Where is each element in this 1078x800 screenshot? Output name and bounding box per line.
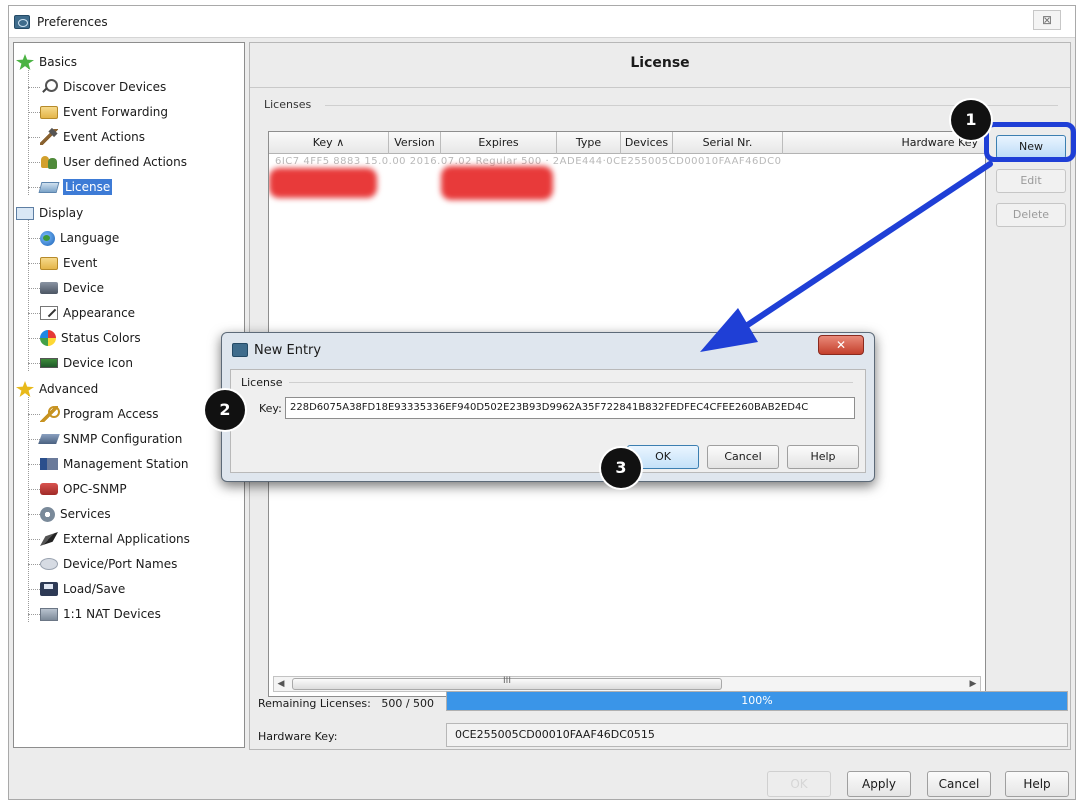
tree-item-event-forwarding[interactable]: Event Forwarding <box>40 101 168 123</box>
panel-title: License <box>630 55 690 71</box>
tree-item-license[interactable]: License <box>38 176 113 198</box>
ok-button[interactable]: OK <box>767 771 831 797</box>
step-badge-3: 3 <box>601 448 641 488</box>
hardware-key-label: Hardware Key: <box>258 730 338 743</box>
license-progress-bar: 100% <box>446 691 1068 711</box>
progress-text: 100% <box>741 694 773 707</box>
tree-item-advanced[interactable]: Advanced <box>16 378 98 400</box>
dialog-group-divider <box>289 382 853 383</box>
column-serial[interactable]: Serial Nr. <box>673 132 783 154</box>
column-hardware-key[interactable]: Hardware Key <box>783 132 985 154</box>
dialog-app-icon <box>232 343 248 357</box>
remaining-licenses: Remaining Licenses: 500 / 500 <box>258 697 434 710</box>
tree-item-device[interactable]: Device <box>40 277 104 299</box>
star-icon <box>16 54 34 70</box>
column-type[interactable]: Type <box>557 132 621 154</box>
new-button-highlight <box>984 122 1076 162</box>
new-entry-dialog: New Entry ✕ License Key: 228D6075A38FD18… <box>221 332 875 482</box>
title-separator <box>250 87 1070 88</box>
floppy-icon <box>40 582 58 596</box>
title-bar: Preferences ⊠ <box>9 6 1075 38</box>
hammer-icon <box>40 129 58 145</box>
tree-item-external-applications[interactable]: External Applications <box>40 528 190 550</box>
tree-item-discover-devices[interactable]: Discover Devices <box>40 76 166 98</box>
group-divider <box>325 105 1058 106</box>
delete-button[interactable]: Delete <box>996 203 1066 227</box>
column-key[interactable]: Key ∧ <box>269 132 389 154</box>
scroll-right-arrow-icon[interactable]: ▶ <box>966 677 980 691</box>
scroll-left-arrow-icon[interactable]: ◀ <box>274 677 288 691</box>
tree-item-user-defined-actions[interactable]: User defined Actions <box>40 151 187 173</box>
step-badge-2: 2 <box>205 390 245 430</box>
horizontal-scrollbar[interactable]: ◀ III ▶ <box>273 676 981 692</box>
tree-item-management-station[interactable]: Management Station <box>40 453 189 475</box>
external-app-icon <box>40 532 58 546</box>
names-icon <box>40 558 58 570</box>
edit-button[interactable]: Edit <box>996 169 1066 193</box>
dialog-help-button[interactable]: Help <box>787 445 859 469</box>
remaining-label: Remaining Licenses: <box>258 697 371 710</box>
step-badge-1: 1 <box>951 100 991 140</box>
window-title: Preferences <box>37 15 108 29</box>
appearance-icon <box>40 306 58 320</box>
column-expires[interactable]: Expires <box>441 132 557 154</box>
users-icon <box>40 154 58 170</box>
nat-icon <box>40 607 58 621</box>
dialog-group-label: License <box>241 376 283 389</box>
magnifier-icon <box>40 79 58 95</box>
tree-item-opc-snmp[interactable]: OPC-SNMP <box>40 478 127 500</box>
device-icon <box>40 282 58 294</box>
tree-item-program-access[interactable]: Program Access <box>40 403 159 425</box>
key-label: Key: <box>259 402 282 415</box>
snmp-icon <box>38 434 60 444</box>
column-devices[interactable]: Devices <box>621 132 673 154</box>
redaction-mark <box>269 168 377 198</box>
star-icon <box>16 381 34 397</box>
apply-button[interactable]: Apply <box>847 771 911 797</box>
tree-item-services[interactable]: Services <box>40 503 111 525</box>
display-icon <box>16 206 34 220</box>
column-version[interactable]: Version <box>389 132 441 154</box>
close-window-button[interactable]: ⊠ <box>1033 10 1061 30</box>
licenses-group-label: Licenses <box>264 98 312 111</box>
license-key-input[interactable]: 228D6075A38FD18E93335336EF940D502E23B93D… <box>285 397 855 419</box>
dialog-body: License Key: 228D6075A38FD18E93335336EF9… <box>230 369 866 473</box>
tree-item-device-port-names[interactable]: Device/Port Names <box>40 553 177 575</box>
scrollbar-thumb[interactable]: III <box>292 676 722 690</box>
opc-icon <box>40 483 58 495</box>
key-icon <box>40 406 60 422</box>
tree-item-device-icon[interactable]: Device Icon <box>40 352 133 374</box>
tree-item-nat-devices[interactable]: 1:1 NAT Devices <box>40 603 161 625</box>
tree-item-event-actions[interactable]: Event Actions <box>40 126 145 148</box>
hardware-key-field[interactable]: 0CE255005CD00010FAAF46DC0515 <box>446 723 1068 747</box>
device-icon-icon <box>40 358 58 368</box>
station-icon <box>40 458 58 470</box>
cancel-button[interactable]: Cancel <box>927 771 991 797</box>
dialog-title: New Entry <box>254 343 322 358</box>
tree-item-language[interactable]: Language <box>40 227 119 249</box>
globe-icon <box>40 230 55 246</box>
gear-icon <box>40 506 55 522</box>
dialog-close-button[interactable]: ✕ <box>818 335 864 355</box>
license-icon <box>38 181 60 193</box>
tree-item-snmp-configuration[interactable]: SNMP Configuration <box>38 428 182 450</box>
folder-icon <box>40 105 58 119</box>
tree-item-load-save[interactable]: Load/Save <box>40 578 125 600</box>
help-button[interactable]: Help <box>1005 771 1069 797</box>
table-header: Key ∧ Version Expires Type Devices Seria… <box>269 132 985 154</box>
scroll-grip: III <box>503 676 511 686</box>
tree-item-basics[interactable]: Basics <box>16 51 77 73</box>
folder-icon <box>40 256 58 270</box>
status-colors-icon <box>40 330 56 346</box>
tree-item-event[interactable]: Event <box>40 252 97 274</box>
remaining-value: 500 / 500 <box>381 697 435 710</box>
tree-item-display[interactable]: Display <box>16 202 83 224</box>
redaction-mark <box>441 166 553 200</box>
tree-item-status-colors[interactable]: Status Colors <box>40 327 141 349</box>
tree-item-appearance[interactable]: Appearance <box>40 302 135 324</box>
app-icon <box>14 15 30 29</box>
dialog-cancel-button[interactable]: Cancel <box>707 445 779 469</box>
